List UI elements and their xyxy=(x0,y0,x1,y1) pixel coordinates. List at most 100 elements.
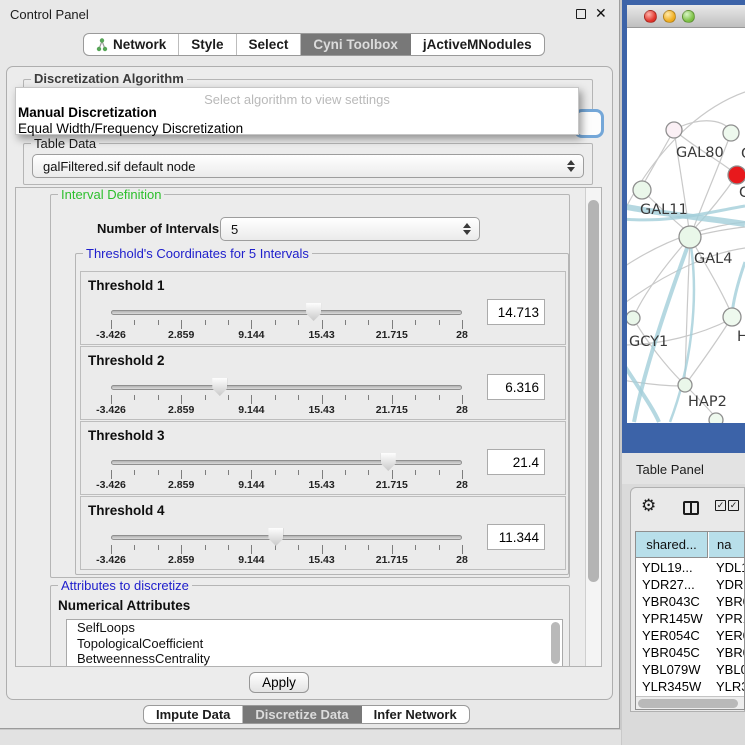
float-window-icon[interactable] xyxy=(576,9,586,19)
slider-tick xyxy=(439,320,440,325)
tab-infer-network[interactable]: Infer Network xyxy=(362,706,469,723)
slider-tick xyxy=(134,320,135,325)
tab-jactivemnodules[interactable]: jActiveMNodules xyxy=(411,34,544,55)
slider-track[interactable] xyxy=(111,535,462,540)
network-tree-icon xyxy=(96,38,108,52)
table-row[interactable]: YDL19...YDL1 xyxy=(636,559,744,576)
network-node[interactable] xyxy=(666,122,682,138)
combobox-stepper-icon xyxy=(463,218,471,240)
list-scrollbar-thumb[interactable] xyxy=(551,622,560,664)
slider-tick-label: 2.859 xyxy=(168,329,194,341)
slider-thumb[interactable] xyxy=(306,303,321,321)
slider-tick-label: 9.144 xyxy=(238,554,264,566)
attribute-list-item[interactable]: TopologicalCoefficient xyxy=(67,636,562,652)
table-panel-header: Table Panel xyxy=(622,453,745,484)
number-of-intervals-label: Number of Intervals xyxy=(97,221,219,236)
threshold-value-field[interactable]: 6.316 xyxy=(487,374,545,400)
column-browser-icon[interactable] xyxy=(683,501,699,515)
tab-network[interactable]: Network xyxy=(84,34,179,55)
slider-track[interactable] xyxy=(111,385,462,390)
cell-name: YBR0 xyxy=(716,594,745,609)
slider-tick-label: -3.426 xyxy=(96,329,126,341)
threshold-panel-2: Threshold 2-3.4262.8599.14415.4321.71528… xyxy=(80,346,566,420)
table-data-combobox[interactable]: galFiltered.sif default node xyxy=(32,154,584,178)
slider-tick-label: 15.43 xyxy=(308,404,334,416)
close-icon[interactable]: ✕ xyxy=(595,5,607,22)
slider-tick xyxy=(462,320,463,329)
table-row[interactable]: YLR345WYLR3 xyxy=(636,678,744,695)
node-label: H xyxy=(737,329,745,345)
slider-tick xyxy=(345,320,346,325)
table-row[interactable]: YBL079WYBL0 xyxy=(636,661,744,678)
node-label: GCY1 xyxy=(629,334,668,350)
slider-tick xyxy=(368,320,369,325)
number-of-intervals-combobox[interactable]: 5 xyxy=(220,217,480,241)
tab-label: Discretize Data xyxy=(255,707,348,722)
slider-tick xyxy=(181,320,182,329)
slider-tick xyxy=(251,320,252,329)
slider-tick xyxy=(439,470,440,475)
table-row[interactable]: YER054CYER0 xyxy=(636,627,744,644)
slider-tick xyxy=(228,470,229,475)
tab-select[interactable]: Select xyxy=(237,34,302,55)
network-node[interactable] xyxy=(723,125,739,141)
slider-tick xyxy=(298,470,299,475)
slider-thumb[interactable] xyxy=(212,378,227,396)
cell-name: YLR3 xyxy=(716,679,745,694)
interval-definition-group: Interval Definition Number of Intervals … xyxy=(50,194,570,578)
network-node[interactable] xyxy=(709,413,723,423)
table-row[interactable]: YPR145WYPR1 xyxy=(636,610,744,627)
slider-tick-label: 9.144 xyxy=(238,329,264,341)
column-header-shared-name[interactable]: shared... xyxy=(636,532,708,558)
network-node[interactable] xyxy=(678,378,692,392)
node-label: HAP2 xyxy=(688,394,727,410)
slider-tick xyxy=(275,320,276,325)
table-row[interactable]: YBR043CYBR0 xyxy=(636,593,744,610)
zoom-traffic-light-icon[interactable] xyxy=(682,10,695,23)
network-node[interactable] xyxy=(679,226,701,248)
slider-tick xyxy=(228,320,229,325)
apply-button[interactable]: Apply xyxy=(249,672,309,693)
slider-track[interactable] xyxy=(111,460,462,465)
settings-vertical-scrollbar[interactable] xyxy=(585,188,601,666)
slider-thumb[interactable] xyxy=(381,453,396,471)
tab-cyni-toolbox[interactable]: Cyni Toolbox xyxy=(301,34,411,55)
column-visibility-icon[interactable]: ✓ ✓ xyxy=(715,500,739,511)
cell-shared-name: YDR27... xyxy=(642,577,695,592)
threshold-value-field[interactable]: 11.344 xyxy=(487,524,545,550)
gear-icon[interactable]: ⚙ xyxy=(641,496,656,516)
slider-tick xyxy=(205,470,206,475)
tab-discretize-data[interactable]: Discretize Data xyxy=(243,706,361,723)
network-window-titlebar[interactable] xyxy=(627,5,745,28)
network-canvas[interactable]: GAL80GCGAL11GAL4GCY1HHAP2 xyxy=(627,28,745,423)
network-node[interactable] xyxy=(723,308,741,326)
tab-label: Impute Data xyxy=(156,707,230,722)
table-data-combobox-value: galFiltered.sif default node xyxy=(33,159,583,174)
slider-tick xyxy=(205,395,206,400)
tab-style[interactable]: Style xyxy=(179,34,236,55)
threshold-value-field[interactable]: 21.4 xyxy=(487,449,545,475)
minimize-traffic-light-icon[interactable] xyxy=(663,10,676,23)
slider-tick xyxy=(158,545,159,550)
slider-track[interactable] xyxy=(111,310,462,315)
scrollbar-thumb[interactable] xyxy=(588,200,599,582)
table-horizontal-scrollbar[interactable] xyxy=(636,696,744,709)
network-node[interactable] xyxy=(728,166,745,184)
slider-tick xyxy=(275,395,276,400)
table-row[interactable]: YBR045CYBR0 xyxy=(636,644,744,661)
table-row[interactable]: YDR27...YDR2 xyxy=(636,576,744,593)
threshold-value-field[interactable]: 14.713 xyxy=(487,299,545,325)
attribute-list-item[interactable]: SelfLoops xyxy=(67,620,562,636)
column-header-name[interactable]: na xyxy=(709,532,744,558)
thresholds-list: Threshold 1-3.4262.8599.14415.4321.71528… xyxy=(80,271,566,571)
network-node[interactable] xyxy=(633,181,651,199)
algorithm-option-equal-width[interactable]: Equal Width/Frequency Discretization xyxy=(18,121,243,136)
network-node[interactable] xyxy=(627,311,640,325)
scrollbar-thumb[interactable] xyxy=(638,699,738,708)
attribute-list-item[interactable]: BetweennessCentrality xyxy=(67,651,562,667)
close-traffic-light-icon[interactable] xyxy=(644,10,657,23)
algorithm-option-manual[interactable]: Manual Discretization xyxy=(18,105,157,120)
window-title: Control Panel xyxy=(10,7,89,22)
tab-impute-data[interactable]: Impute Data xyxy=(144,706,243,723)
slider-thumb[interactable] xyxy=(268,528,283,546)
